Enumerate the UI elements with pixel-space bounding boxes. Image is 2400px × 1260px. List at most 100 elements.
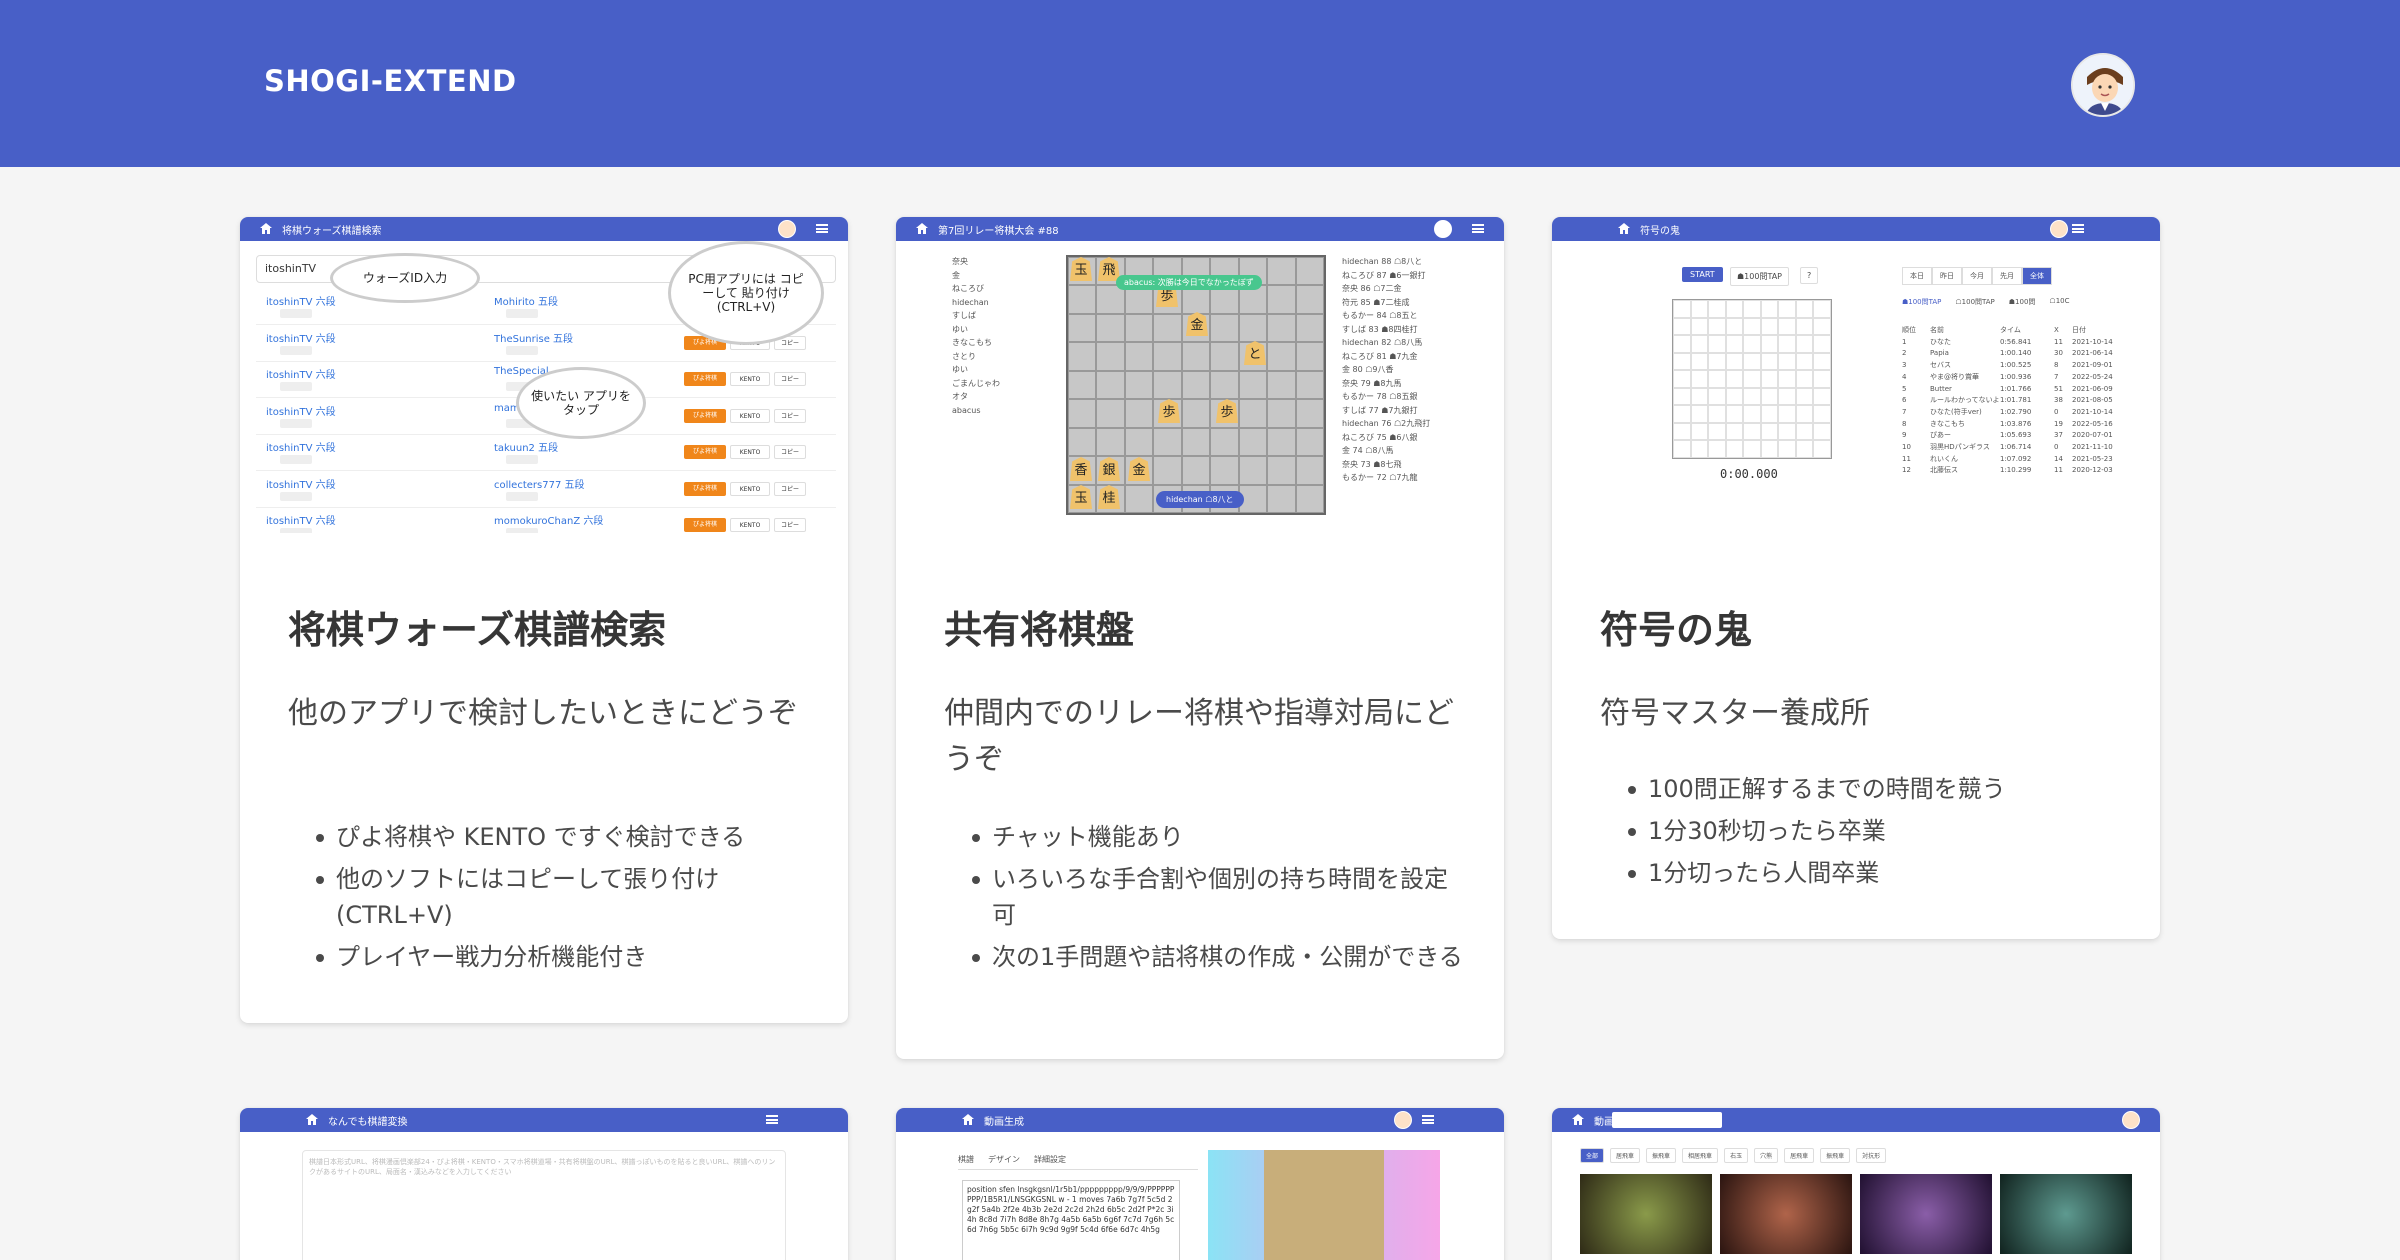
table-cell: 5 xyxy=(1902,384,1907,393)
kifu-textarea: 棋譜日本形式URL、将棋漫画倶楽部24・ぴよ将棋・KENTO・スマホ将棋道場・共… xyxy=(302,1150,786,1260)
move-item: hidechan 76 ☖2九飛打 xyxy=(1342,419,1431,428)
opponent-name: Mohirito 五段 xyxy=(494,297,558,308)
tag xyxy=(506,455,538,464)
card-adapter[interactable]: なんでも棋譜変換 棋譜日本形式URL、将棋漫画倶楽部24・ぴよ将棋・KENTO・… xyxy=(240,1108,848,1260)
board-cell xyxy=(1153,370,1182,400)
board-cell xyxy=(1708,387,1726,406)
board-cell xyxy=(1181,456,1211,485)
feature-item: 次の1手問題や詰将棋の作成・公開ができる xyxy=(944,939,1464,975)
board-cell xyxy=(1096,342,1125,371)
preview-board xyxy=(1264,1150,1384,1260)
board-cell xyxy=(1760,352,1779,371)
board-cell xyxy=(1725,405,1744,423)
board-cell xyxy=(1725,387,1744,406)
card-wars-search[interactable]: 将棋ウォーズ棋譜検索 itoshinTV itoshinTV 六段 Mohirit… xyxy=(240,217,848,1023)
table-cell: 2021-10-14 xyxy=(2072,407,2113,416)
tag xyxy=(506,345,538,355)
move-item: もるかー 72 ☖7九龍 xyxy=(1342,473,1418,482)
table-row: 11 れいくん 1:07.092 14 2021-05-23 xyxy=(1902,454,2132,466)
move-item: 奈央 73 ☗8七飛 xyxy=(1342,459,1402,469)
card-thumbnail: 将棋ウォーズ棋譜検索 itoshinTV itoshinTV 六段 Mohirit… xyxy=(240,217,848,533)
rule-tabs: ☗100問TAP ☖100問TAP ☗100問 ☖10C xyxy=(1902,297,2070,307)
piyo-button: ぴよ将棋 xyxy=(684,518,726,532)
board-cell xyxy=(1210,313,1239,343)
board-cell xyxy=(1725,352,1744,371)
table-cell: ぴあー xyxy=(1930,431,1951,440)
table-cell: 7 xyxy=(1902,407,1907,416)
kento-button: KENTO xyxy=(730,372,770,386)
board-cell xyxy=(1096,427,1125,457)
member-item: ねころび xyxy=(952,284,984,293)
editor-tabs: 棋譜 デザイン 詳細設定 xyxy=(958,1154,1198,1170)
tag xyxy=(280,528,312,533)
board-cell xyxy=(1690,352,1709,371)
tag xyxy=(506,491,538,501)
board-cell xyxy=(1795,422,1814,441)
tab-design: デザイン xyxy=(988,1155,1020,1164)
board-cell xyxy=(1725,335,1744,353)
result-row: itoshinTV 六段 collecters777 五段 ぴよ将棋 KENTO コピー xyxy=(256,472,836,508)
card-video-generator[interactable]: 動画生成 棋譜 デザイン 詳細設定 position sfen lnsgkgsn… xyxy=(896,1108,1504,1260)
board-cell xyxy=(1673,440,1691,458)
table-cell: 2020-12-03 xyxy=(2072,466,2113,475)
table-cell: 0 xyxy=(2054,443,2059,452)
table-row: 7 ひなた(符手ver) 1:02.790 0 2021-10-14 xyxy=(1902,407,2132,419)
tag xyxy=(280,382,312,391)
board-cell xyxy=(1813,317,1831,336)
board-cell xyxy=(1778,405,1796,423)
board-cell xyxy=(1795,405,1814,423)
feature-item: いろいろな手合割や個別の持ち時間を設定可 xyxy=(944,861,1464,933)
move-item: もるかー 78 ☖8五銀 xyxy=(1342,392,1418,401)
table-cell: 2022-05-16 xyxy=(2072,419,2113,428)
table-cell: 2021-08-05 xyxy=(2072,396,2113,405)
feature-list: 100問正解するまでの時間を競う 1分30秒切ったら卒業 1分切ったら人間卒業 xyxy=(1600,771,2120,897)
brand-logo[interactable]: SHOGI-EXTEND xyxy=(264,64,517,98)
table-cell: 14 xyxy=(2054,454,2063,463)
board-cell xyxy=(1267,370,1296,400)
board-cell xyxy=(1690,300,1709,318)
table-header: 順位 名前 タイム X 日付 xyxy=(1902,325,2132,337)
board-cell xyxy=(1778,422,1796,441)
board-cell xyxy=(1673,300,1691,318)
board-cell xyxy=(1743,300,1761,318)
board-cell xyxy=(1813,387,1831,406)
video-thumbnail xyxy=(2000,1174,2132,1254)
card-share-board[interactable]: 第7回リレー将棋大会 #88 奈央金ねころび hidechan すしば ゆい きなこもち… xyxy=(896,217,1504,1059)
card-thumbnail: 動画生成 棋譜 デザイン 詳細設定 position sfen lnsgkgsn… xyxy=(896,1108,1504,1260)
board-cell xyxy=(1181,370,1211,400)
card-subtitle: 仲間内でのリレー将棋や指導対局にどうぞ xyxy=(944,696,1454,777)
board-cell xyxy=(1690,422,1709,441)
board-cell xyxy=(1267,285,1296,314)
member-item: きなこもち xyxy=(952,338,992,347)
filter-tag: 穴熊 xyxy=(1754,1148,1779,1163)
move-item: すしば 77 ☗7九銀打 xyxy=(1342,405,1418,415)
move-item: hidechan 88 ☖8八と xyxy=(1342,257,1423,266)
table-cell: 11 xyxy=(2054,466,2063,475)
board-cell xyxy=(1708,335,1726,353)
table-cell: 2020-07-01 xyxy=(2072,431,2113,440)
board-cell xyxy=(1725,370,1744,388)
board-cell xyxy=(1708,317,1726,336)
table-cell: 1:06.714 xyxy=(2000,443,2032,452)
filter-tag: 相居飛車 xyxy=(1682,1148,1719,1163)
card-video-gallery[interactable]: 動画 全部 居飛車 振飛車 相居飛車 右玉 穴熊 居飛車 振飛車 対抗形 xyxy=(1552,1108,2160,1260)
home-icon xyxy=(260,223,272,234)
card-title: 共有将棋盤 xyxy=(944,608,1135,652)
table-cell: セバス xyxy=(1930,361,1951,370)
table-cell: 38 xyxy=(2054,396,2063,405)
board-cell xyxy=(1153,342,1182,371)
board-cell xyxy=(1795,370,1814,388)
video-preview xyxy=(1208,1150,1440,1260)
board-cell xyxy=(1267,399,1296,428)
avatar-icon xyxy=(778,220,796,238)
table-cell: 2021-11-10 xyxy=(2072,443,2113,452)
thumbnail-navbar: なんでも棋譜変換 xyxy=(240,1108,848,1132)
card-kigo-oni[interactable]: 符号の鬼 START ☗100問TAP ? 0:00.000 本日 昨日 今月 先月全… xyxy=(1552,217,2160,939)
table-cell: 北藤伝ス xyxy=(1930,466,1958,475)
user-avatar[interactable] xyxy=(2071,53,2135,117)
table-cell: やま@将り賞華 xyxy=(1930,372,1979,381)
table-cell: 8 xyxy=(2054,361,2059,370)
board-cell xyxy=(1760,370,1779,388)
board-cell xyxy=(1690,387,1709,406)
board-cell xyxy=(1267,484,1296,513)
